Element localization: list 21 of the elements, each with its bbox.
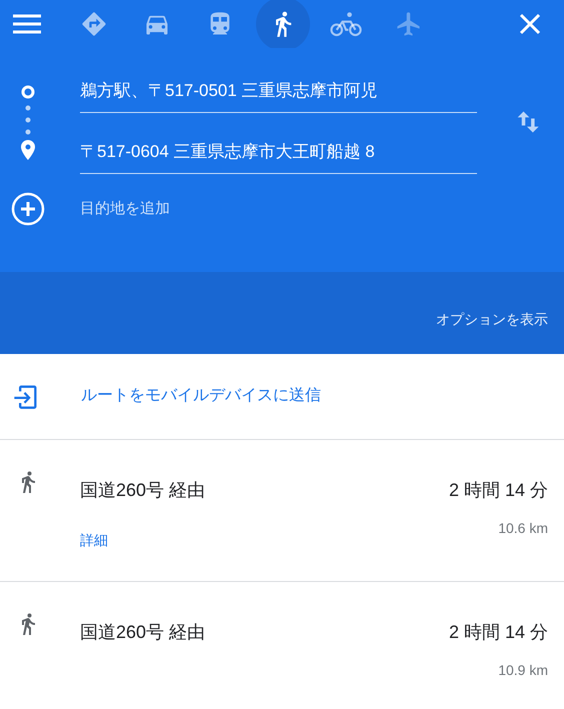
dotted-line-icon — [25, 105, 31, 135]
directions-icon — [80, 10, 108, 38]
origin-circle-icon — [21, 85, 35, 99]
location-input[interactable]: 〒517-0604 三重県志摩市大王町船越 8 — [80, 141, 477, 174]
location-input[interactable]: 鵜方駅、〒517-0501 三重県志摩市阿児 — [80, 80, 477, 113]
show-options-link[interactable]: オプションを表示 — [436, 311, 548, 329]
location-pin-icon — [21, 140, 35, 160]
details-link[interactable]: 詳細 — [80, 532, 108, 550]
route-duration: 2 時間 14 分 — [448, 479, 548, 502]
route-distance: 10.6 km — [498, 520, 548, 536]
add-destination-link[interactable]: 目的地を追加 — [80, 199, 170, 218]
route-title: 国道260号 経由 — [80, 621, 206, 644]
route-duration: 2 時間 14 分 — [448, 621, 548, 644]
send-to-device-button[interactable]: ルートをモバイルデバイスに送信 — [0, 354, 564, 439]
route-distance: 10.9 km — [498, 662, 548, 678]
route-title: 国道260号 経由 — [80, 479, 206, 502]
travel-mode-tab[interactable] — [256, 0, 310, 48]
bicycle-icon — [329, 10, 363, 38]
add-circle-icon — [11, 192, 45, 226]
close-icon — [519, 13, 541, 35]
menu-icon — [13, 14, 41, 34]
